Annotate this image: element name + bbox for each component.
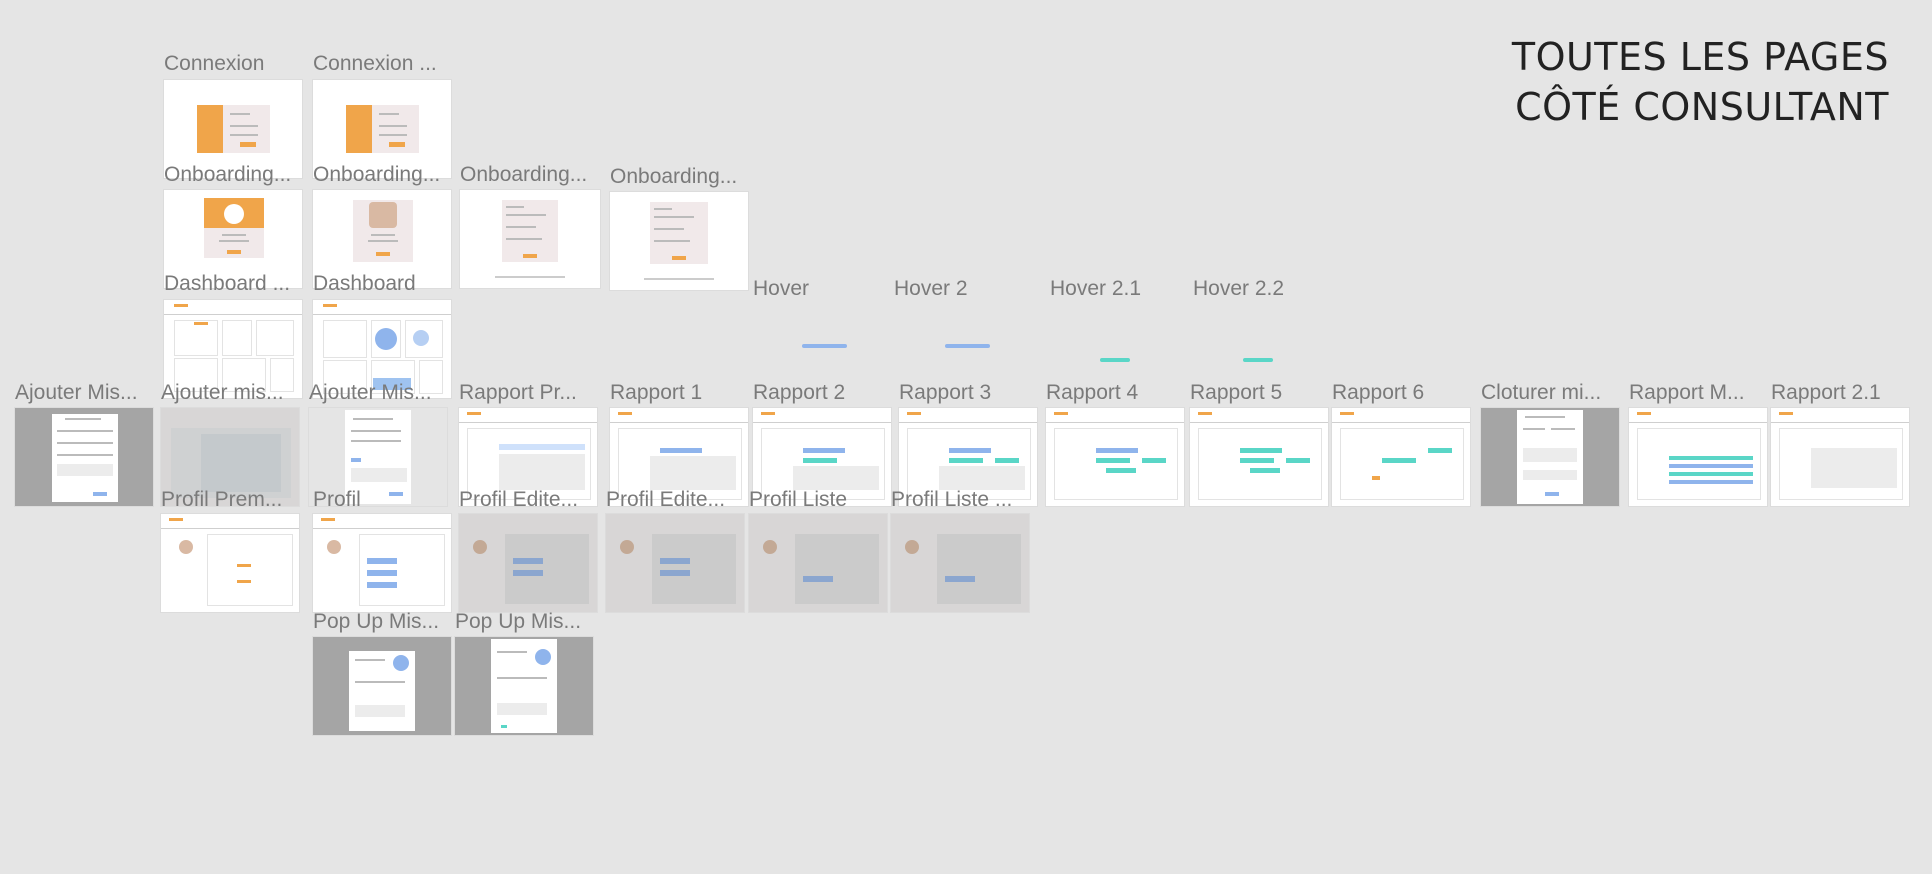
artboard-label-connexion-2[interactable]: Connexion ...: [313, 52, 453, 76]
artboard-label-ajouter-1[interactable]: Ajouter Mis...: [15, 381, 153, 405]
artboard-label-rapport-3[interactable]: Rapport 3: [899, 381, 1039, 405]
artboard-label-profil-edite-1[interactable]: Profil Edite...: [459, 488, 599, 512]
artboard-profil-liste-1[interactable]: [749, 514, 887, 612]
artboard-label-rapport-5[interactable]: Rapport 5: [1190, 381, 1330, 405]
artboard-label-hover-2[interactable]: Hover 2: [894, 277, 1004, 301]
artboard-label-profil-premier[interactable]: Profil Prem...: [161, 488, 301, 512]
artboard-profil-liste-2[interactable]: [891, 514, 1029, 612]
artboard-label-popup-2[interactable]: Pop Up Mis...: [455, 610, 595, 634]
artboard-profil-edite-1[interactable]: [459, 514, 597, 612]
artboard-label-ajouter-2[interactable]: Ajouter mis...: [161, 381, 301, 405]
artboard-label-rapport-pr[interactable]: Rapport Pr...: [459, 381, 599, 405]
artboard-profil-edite-2[interactable]: [606, 514, 744, 612]
artboard-label-dashboard-1[interactable]: Dashboard ...: [164, 272, 304, 296]
artboard-cloturer[interactable]: [1481, 408, 1619, 506]
artboard-label-onboarding-4[interactable]: Onboarding...: [610, 165, 750, 189]
artboard-label-profil-liste-2[interactable]: Profil Liste ...: [891, 488, 1031, 512]
artboard-popup-2[interactable]: [455, 637, 593, 735]
artboard-label-ajouter-3[interactable]: Ajouter Mis...: [309, 381, 449, 405]
artboard-label-profil-liste-1[interactable]: Profil Liste: [749, 488, 889, 512]
artboard-popup-1[interactable]: [313, 637, 451, 735]
artboard-onboarding-3[interactable]: [460, 190, 600, 288]
artboard-label-profil-edite-2[interactable]: Profil Edite...: [606, 488, 746, 512]
artboard-label-rapport-m[interactable]: Rapport M...: [1629, 381, 1769, 405]
artboard-label-rapport-6[interactable]: Rapport 6: [1332, 381, 1472, 405]
artboard-label-rapport-4[interactable]: Rapport 4: [1046, 381, 1186, 405]
artboard-label-rapport-2-1[interactable]: Rapport 2.1: [1771, 381, 1911, 405]
artboard-label-hover-2-1[interactable]: Hover 2.1: [1050, 277, 1160, 301]
artboard-rapport-5[interactable]: [1190, 408, 1328, 506]
artboard-hover-2[interactable]: [945, 344, 990, 348]
artboard-ajouter-1[interactable]: [15, 408, 153, 506]
artboard-label-cloturer[interactable]: Cloturer mi...: [1481, 381, 1621, 405]
artboard-hover-2-2[interactable]: [1243, 358, 1273, 362]
artboard-label-dashboard-2[interactable]: Dashboard: [313, 272, 453, 296]
artboard-label-rapport-2[interactable]: Rapport 2: [753, 381, 893, 405]
artboard-label-hover-2-2[interactable]: Hover 2.2: [1193, 277, 1303, 301]
title-line-1: TOUTES LES PAGES: [1511, 35, 1889, 79]
artboard-label-connexion[interactable]: Connexion: [164, 52, 304, 76]
title-line-2: CÔTÉ CONSULTANT: [1515, 85, 1889, 129]
artboard-rapport-4[interactable]: [1046, 408, 1184, 506]
artboard-hover[interactable]: [802, 344, 847, 348]
artboard-label-popup-1[interactable]: Pop Up Mis...: [313, 610, 453, 634]
artboard-label-onboarding-2[interactable]: Onboarding...: [313, 163, 453, 187]
artboard-rapport-6[interactable]: [1332, 408, 1470, 506]
artboard-label-hover[interactable]: Hover: [753, 277, 863, 301]
artboard-rapport-m[interactable]: [1629, 408, 1767, 506]
artboard-label-onboarding-1[interactable]: Onboarding...: [164, 163, 304, 187]
page-title: TOUTES LES PAGES CÔTÉ CONSULTANT: [1512, 32, 1889, 132]
artboard-rapport-2-1[interactable]: [1771, 408, 1909, 506]
artboard-label-rapport-1[interactable]: Rapport 1: [610, 381, 750, 405]
artboard-onboarding-4[interactable]: [610, 192, 748, 290]
artboard-label-profil[interactable]: Profil: [313, 488, 453, 512]
artboard-label-onboarding-3[interactable]: Onboarding...: [460, 163, 600, 187]
artboard-hover-2-1[interactable]: [1100, 358, 1130, 362]
artboard-profil[interactable]: [313, 514, 451, 612]
artboard-profil-premier[interactable]: [161, 514, 299, 612]
